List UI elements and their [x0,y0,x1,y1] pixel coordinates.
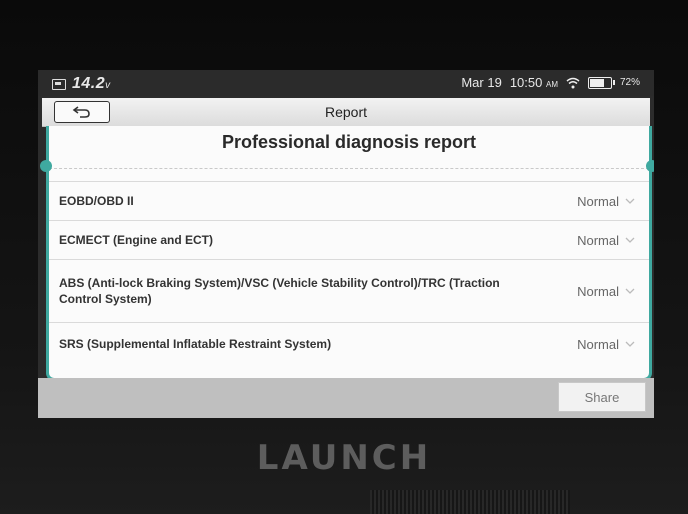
voltage-indicator: 14.2v [52,75,111,93]
system-status[interactable]: Normal [577,284,635,299]
status-label: Normal [577,336,619,352]
system-status[interactable]: Normal [577,233,635,248]
voltage-unit: v [105,80,111,91]
report-row-srs[interactable]: SRS (Supplemental Inflatable Restraint S… [49,322,649,365]
page-title: Report [324,104,368,120]
share-button[interactable]: Share [558,382,646,412]
status-label: Normal [577,193,619,209]
speaker-grille [370,490,570,514]
status-label: Normal [577,232,619,248]
report-title: Professional diagnosis report [221,132,477,152]
status-date: Mar 19 [461,75,502,90]
battery-icon [587,76,615,89]
title-bar: Report [42,98,650,127]
chevron-down-icon [625,341,635,347]
system-name: ABS (Anti-lock Braking System)/VSC (Vehi… [59,276,500,306]
system-name: EOBD/OBD II [59,194,134,208]
system-status[interactable]: Normal [577,337,635,352]
system-name: ECMECT (Engine and ECT) [59,233,213,247]
chevron-down-icon [625,198,635,204]
system-name: SRS (Supplemental Inflatable Restraint S… [59,337,332,351]
report-card: Professional diagnosis report EOBD/OBD I… [40,126,654,381]
card-notch-right [646,160,654,172]
status-ampm: AM [545,80,558,89]
report-rows: EOBD/OBD II Normal ECMECT (Engine and EC… [49,181,649,365]
car-battery-icon [52,78,66,90]
chevron-down-icon [625,288,635,294]
system-status[interactable]: Normal [577,194,635,209]
battery-percent: 72% [619,77,640,88]
voltage-value: 14.2 [72,75,106,92]
report-row-abs[interactable]: ABS (Anti-lock Braking System)/VSC (Vehi… [49,259,649,322]
status-right: Mar 19 10:50 AM 72% [461,75,640,90]
card-notch-left [40,160,52,172]
status-label: Normal [577,283,619,299]
report-row-eobd[interactable]: EOBD/OBD II Normal [49,181,649,220]
status-bar: 14.2v Mar 19 10:50 AM 72% [38,70,654,96]
wifi-icon [566,77,580,88]
device-screen: 14.2v Mar 19 10:50 AM 72% Report Profess… [38,70,654,418]
device-brand-logo: LAUNCH [256,438,432,478]
bottom-bar: Share [38,378,654,418]
status-time: 10:50 [509,75,543,90]
report-header: Professional diagnosis report [49,126,649,169]
chevron-down-icon [625,237,635,243]
report-row-ecmect[interactable]: ECMECT (Engine and ECT) Normal [49,220,649,259]
